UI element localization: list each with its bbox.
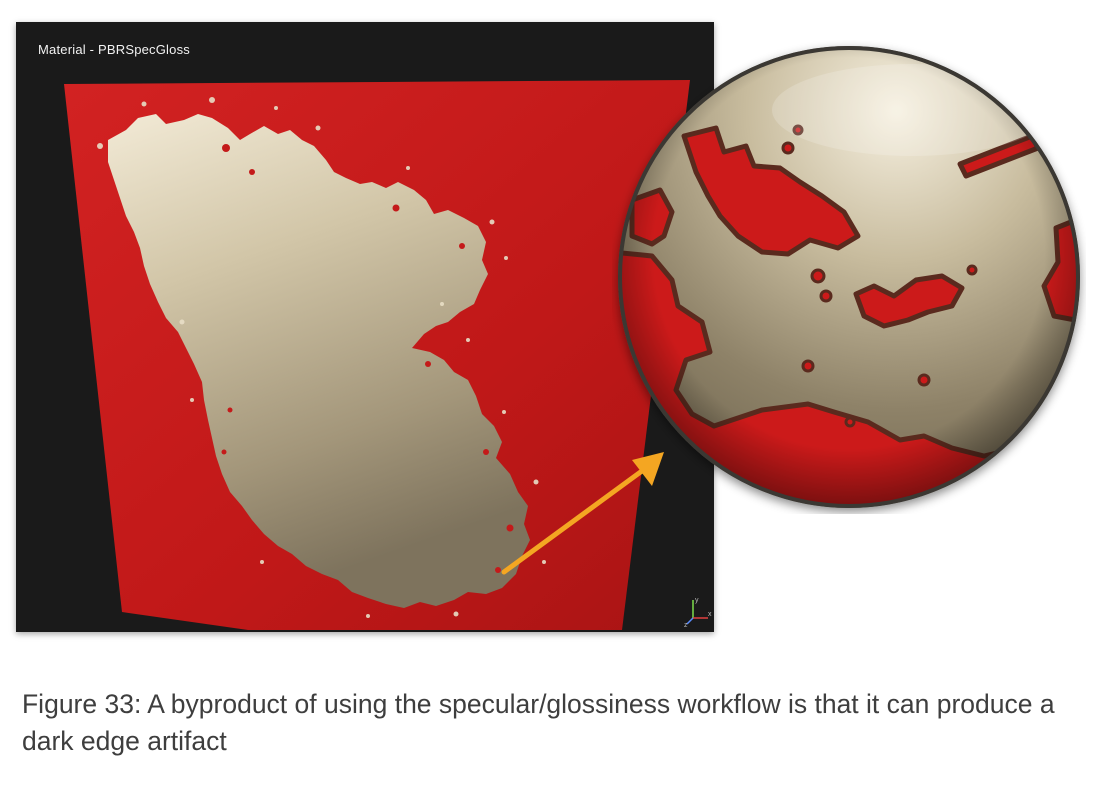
axis-z-label: z [684,622,688,628]
axis-x-label: x [708,611,712,618]
scene-render [64,80,690,630]
axis-gizmo: y x z [684,597,712,628]
magnifier-loupe [618,46,1080,508]
figure-caption: Figure 33: A byproduct of using the spec… [22,689,1055,756]
viewport-screenshot: Material - PBRSpecGloss y x z [16,22,714,632]
viewport-title: Material - PBRSpecGloss [38,42,190,57]
axis-y-label: y [695,597,699,604]
